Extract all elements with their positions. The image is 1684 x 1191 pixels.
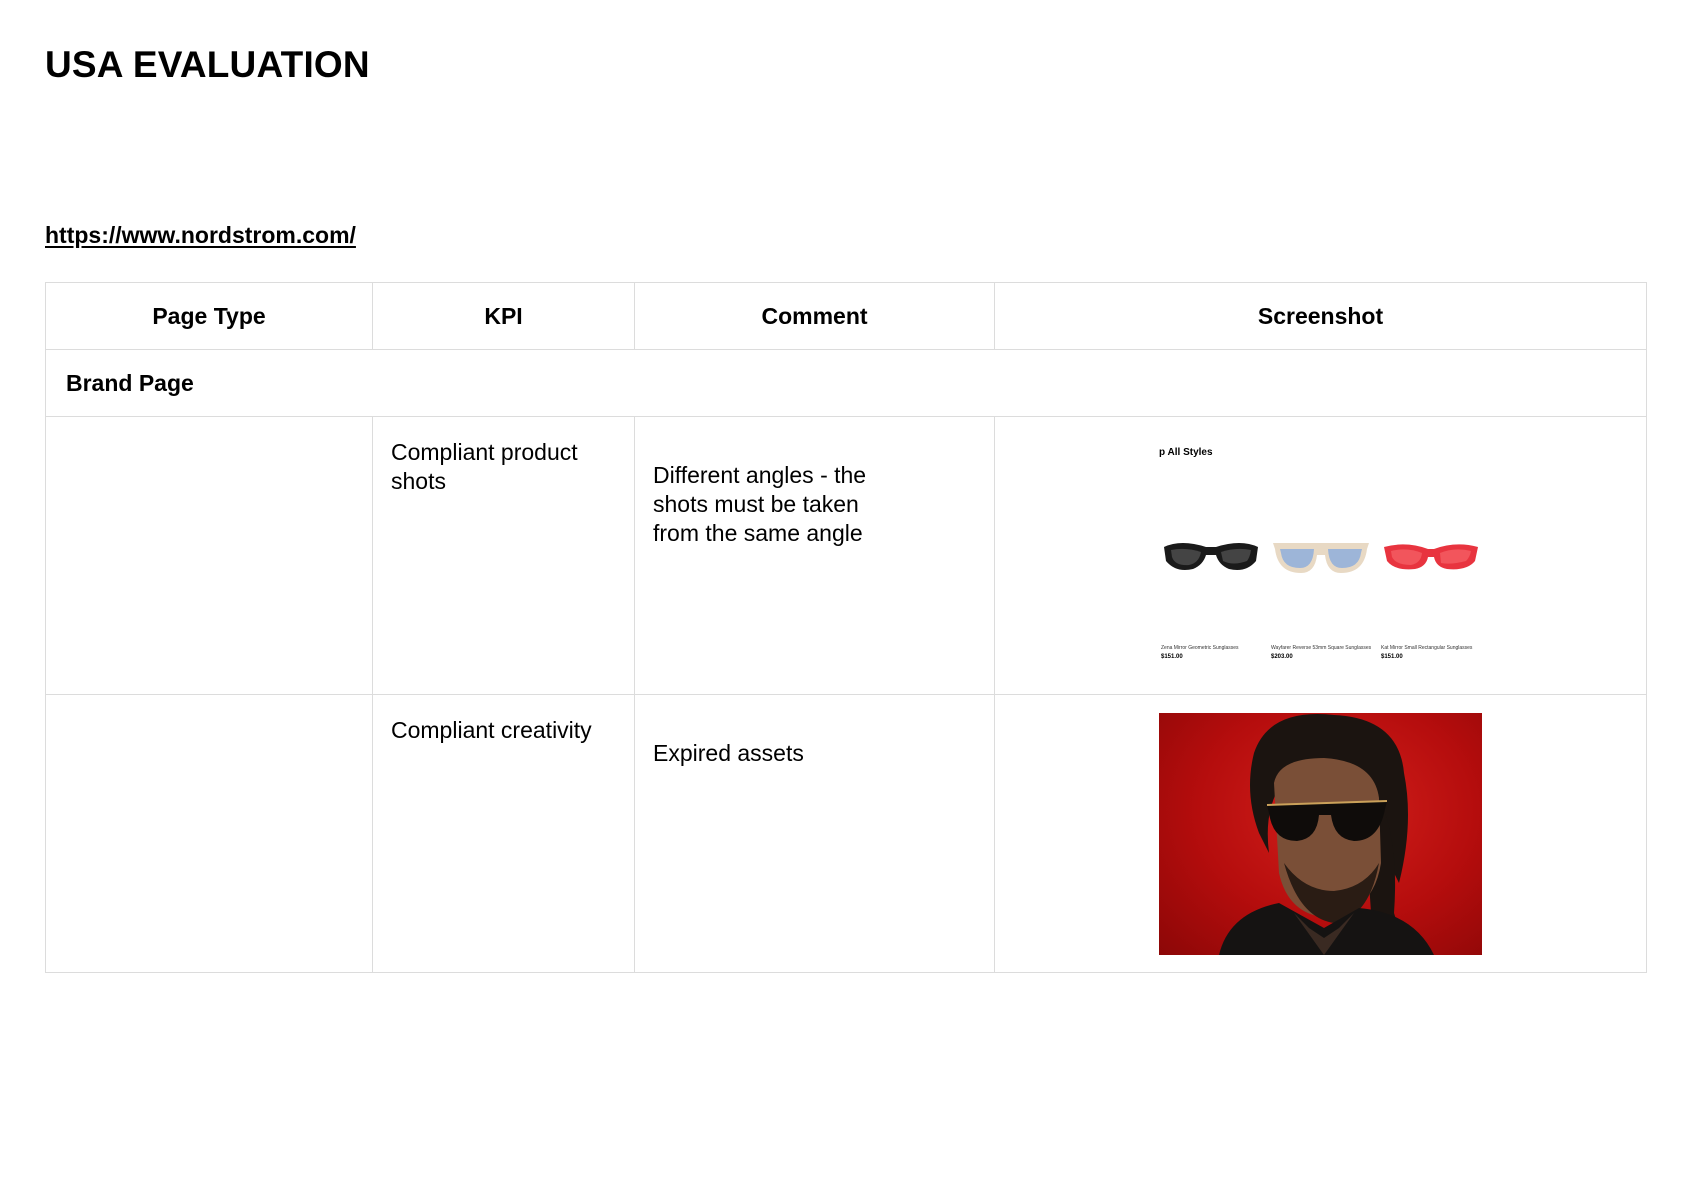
section-row: Brand Page — [45, 349, 1647, 417]
table-row: Compliant product shots Different angles… — [45, 416, 1647, 695]
site-url-link[interactable]: https://www.nordstrom.com/ — [45, 222, 356, 249]
grid-heading: p All Styles — [1159, 447, 1213, 458]
product-name: Zena Mirror Geometric Sunglasses — [1161, 645, 1239, 651]
page-title: USA EVALUATION — [45, 44, 370, 85]
sunglasses-black-image — [1164, 543, 1258, 570]
sunglasses-beige-image — [1273, 543, 1369, 573]
kpi-text: Compliant creativity — [391, 717, 592, 743]
product-name: Kat Mirror Small Rectangular Sunglasses — [1381, 645, 1473, 651]
product-price: $151.00 — [1161, 654, 1183, 660]
product-name: Wayfarer Reverse 53mm Square Sunglasses — [1271, 645, 1371, 651]
section-brand-page: Brand Page — [45, 349, 1647, 417]
screenshot-cell — [994, 694, 1647, 973]
product-grid-screenshot: p All Styles Zena Mirror Geometric Sungl… — [1159, 435, 1482, 677]
table-header-row: Page Type KPI Comment Screenshot — [45, 282, 1647, 350]
header-screenshot: Screenshot — [994, 282, 1647, 350]
comment-cell: Different angles - the shots must be tak… — [634, 416, 995, 695]
evaluation-table: Page Type KPI Comment Screenshot Brand P… — [45, 282, 1647, 973]
table-row: Compliant creativity Expired assets — [45, 694, 1647, 973]
sunglasses-red-image — [1384, 544, 1478, 570]
comment-cell: Expired assets — [634, 694, 995, 973]
header-kpi: KPI — [372, 282, 635, 350]
header-comment: Comment — [634, 282, 995, 350]
portrait-illustration — [1219, 714, 1434, 955]
header-page-type: Page Type — [45, 282, 373, 350]
comment-text: Different angles - the shots must be tak… — [653, 462, 867, 546]
page-type-cell — [45, 416, 373, 695]
page-type-cell — [45, 694, 373, 973]
kpi-text: Compliant product shots — [391, 439, 578, 494]
product-price: $151.00 — [1381, 654, 1403, 660]
portrait-photo-image — [1159, 713, 1482, 955]
screenshot-cell: p All Styles Zena Mirror Geometric Sungl… — [994, 416, 1647, 695]
kpi-cell: Compliant creativity — [372, 694, 635, 973]
kpi-cell: Compliant product shots — [372, 416, 635, 695]
comment-text: Expired assets — [653, 740, 804, 766]
product-price: $203.00 — [1271, 654, 1293, 660]
